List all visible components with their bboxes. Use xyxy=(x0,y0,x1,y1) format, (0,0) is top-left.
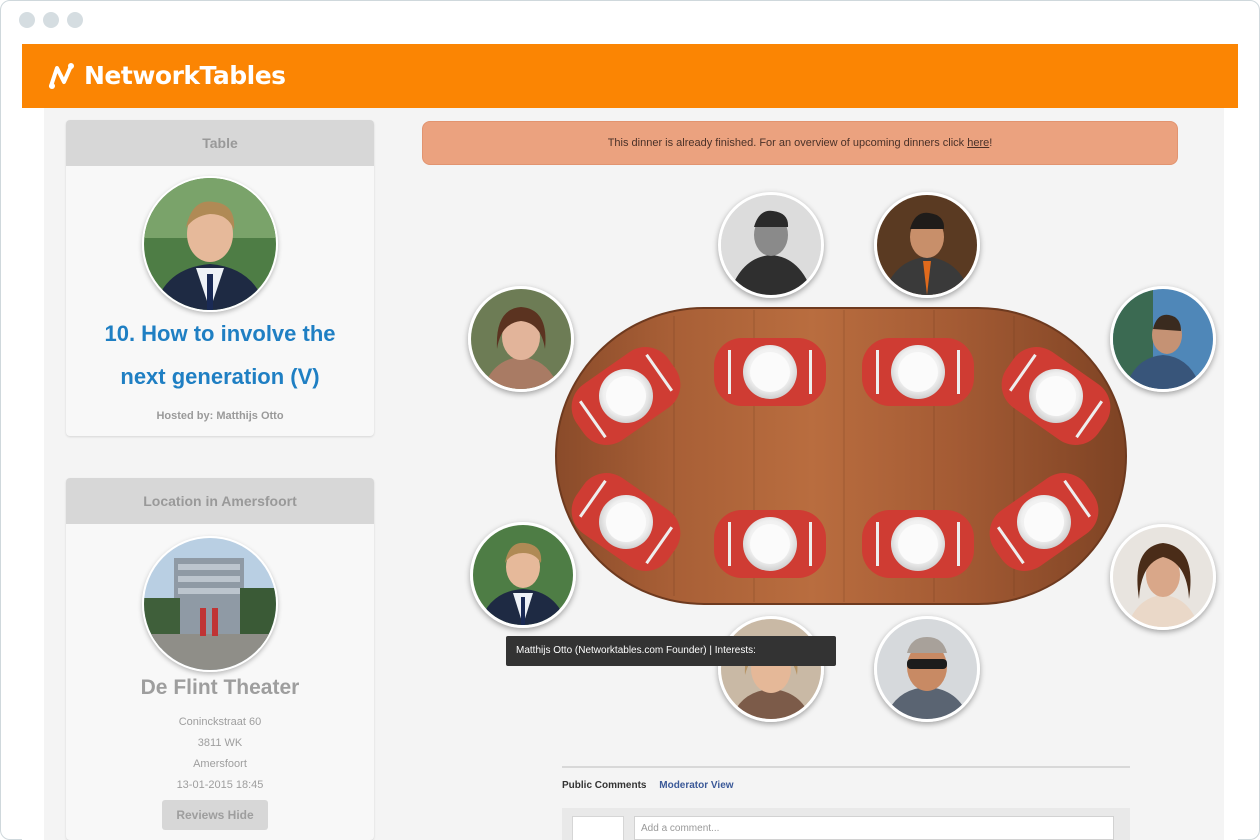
location-panel: Location in Amersfoort De Flint Theater … xyxy=(66,478,374,840)
venue-photo xyxy=(142,536,278,672)
venue-postcode: 3811 WK xyxy=(197,737,243,749)
alert-text: This dinner is already finished. For an … xyxy=(607,137,968,149)
location-panel-header: Location in Amersfoort xyxy=(66,478,374,524)
window-dot[interactable] xyxy=(43,12,59,28)
venue-city: Amersfoort xyxy=(193,758,247,770)
guest-avatar-3[interactable] xyxy=(468,286,574,392)
table-title-line1[interactable]: 10. How to involve the xyxy=(66,312,374,355)
guest-avatar-6[interactable] xyxy=(718,616,824,722)
guest-avatar-7[interactable] xyxy=(874,616,980,722)
page-canvas: Table 10. How to involve the next genera… xyxy=(44,108,1224,840)
brand-logo[interactable]: NetworkTables xyxy=(48,61,286,90)
comment-composer: Add a comment... xyxy=(562,808,1130,840)
guest-avatar-1[interactable] xyxy=(718,192,824,298)
comment-tabs: Public Comments Moderator View xyxy=(562,780,744,791)
tab-public-comments[interactable]: Public Comments xyxy=(562,780,646,791)
venue-street: Coninckstraat 60 xyxy=(178,716,262,728)
window-controls xyxy=(19,12,83,28)
dinner-datetime: 13-01-2015 18:45 xyxy=(176,779,264,791)
reviews-hide-button[interactable]: Reviews Hide xyxy=(162,800,268,830)
top-header: NetworkTables xyxy=(22,44,1238,108)
place-setting xyxy=(714,338,826,406)
guest-avatar-2[interactable] xyxy=(874,192,980,298)
guest-avatar-host[interactable] xyxy=(470,522,576,628)
alert-here-link[interactable]: here xyxy=(967,137,989,149)
brand-name: NetworkTables xyxy=(84,61,286,90)
place-setting xyxy=(714,510,826,578)
alert-suffix: ! xyxy=(989,137,993,149)
table-title-line2[interactable]: next generation (V) xyxy=(66,355,374,398)
main-content: Table 10. How to involve the next genera… xyxy=(22,108,1238,840)
comments-divider xyxy=(562,766,1130,768)
guest-tooltip: Matthijs Otto (Networktables.com Founder… xyxy=(506,636,836,666)
window-dot[interactable] xyxy=(19,12,35,28)
guest-avatar-4[interactable] xyxy=(1110,286,1216,392)
finished-alert: This dinner is already finished. For an … xyxy=(422,121,1178,165)
tab-moderator-view[interactable]: Moderator View xyxy=(659,780,733,791)
place-setting xyxy=(862,510,974,578)
commenter-avatar xyxy=(572,816,624,840)
networktables-logo-icon xyxy=(49,62,74,89)
place-setting xyxy=(862,338,974,406)
venue-name: De Flint Theater xyxy=(140,676,300,699)
dining-table xyxy=(554,306,1128,606)
host-avatar xyxy=(142,176,278,312)
window-dot[interactable] xyxy=(67,12,83,28)
table-panel: Table 10. How to involve the next genera… xyxy=(66,120,374,436)
comments-section: Public Comments Moderator View Add a com… xyxy=(562,766,1130,840)
guest-avatar-5[interactable] xyxy=(1110,524,1216,630)
table-panel-header: Table xyxy=(66,120,374,166)
hosted-by: Hosted by: Matthijs Otto xyxy=(156,410,284,422)
comment-input[interactable]: Add a comment... xyxy=(634,816,1114,840)
